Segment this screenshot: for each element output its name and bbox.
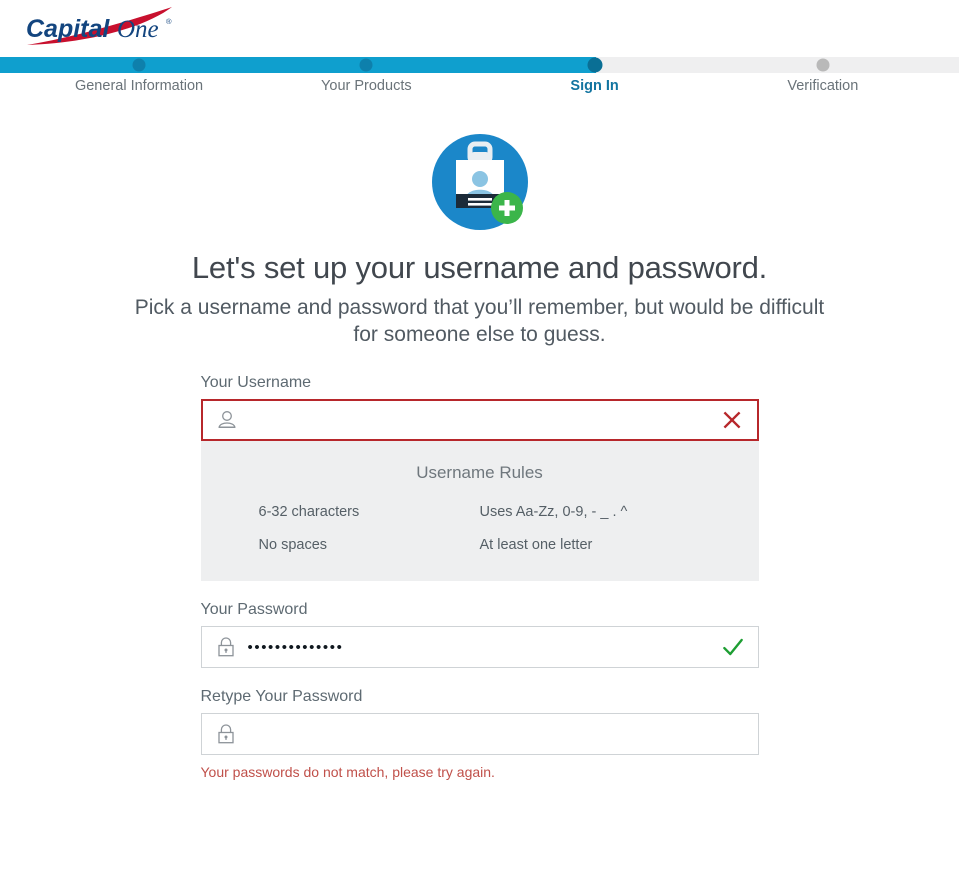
- hero-icon-container: [0, 134, 959, 234]
- progress-bar-fill: [0, 57, 597, 73]
- rule-item: 6-32 characters: [258, 504, 360, 520]
- page-header: Capital One ®: [0, 0, 959, 57]
- rule-item: At least one letter: [479, 537, 593, 553]
- check-icon: [722, 638, 743, 656]
- username-rules-title: Username Rules: [416, 463, 543, 482]
- person-icon: [218, 411, 235, 428]
- signin-setup-form: Your Username Username Rules 6-32 charac…: [200, 374, 759, 780]
- capital-one-logo[interactable]: Capital One ®: [22, 6, 182, 52]
- progress-step-labels: General Information Your Products Sign I…: [0, 73, 959, 103]
- username-rules-grid: 6-32 characters Uses Aa-Zz, 0-9, - _ . ^…: [201, 504, 759, 553]
- progress-bar: [0, 57, 959, 73]
- svg-text:®: ®: [166, 17, 172, 26]
- password-input[interactable]: [237, 627, 720, 667]
- lock-icon: [217, 724, 234, 744]
- page-subtitle: Pick a username and password that you’ll…: [134, 296, 825, 346]
- username-label: Your Username: [200, 374, 312, 391]
- progress-dot-verification[interactable]: [816, 58, 830, 72]
- page-title: Let's set up your username and password.: [191, 250, 768, 285]
- x-icon[interactable]: [719, 407, 745, 433]
- password-mismatch-error: Your passwords do not match, please try …: [200, 764, 495, 780]
- lock-icon: [217, 637, 234, 657]
- username-input[interactable]: [238, 401, 719, 439]
- username-field[interactable]: [200, 399, 759, 441]
- step-label-your-products[interactable]: Your Products: [321, 78, 412, 94]
- progress-dot-general-information[interactable]: [132, 58, 146, 72]
- retype-password-input[interactable]: [237, 714, 758, 754]
- username-rules-panel: Username Rules 6-32 characters Uses Aa-Z…: [200, 441, 759, 581]
- step-label-verification[interactable]: Verification: [787, 78, 858, 94]
- step-label-general-information[interactable]: General Information: [75, 78, 203, 94]
- retype-password-label: Retype Your Password: [200, 688, 363, 705]
- step-label-sign-in[interactable]: Sign In: [570, 78, 618, 94]
- retype-password-field[interactable]: [200, 713, 759, 755]
- rule-item: Uses Aa-Zz, 0-9, - _ . ^: [479, 504, 628, 520]
- password-label: Your Password: [200, 601, 308, 618]
- rule-item: No spaces: [258, 537, 328, 553]
- id-badge-add-icon: [431, 134, 528, 230]
- progress-dot-your-products[interactable]: [359, 58, 373, 72]
- svg-text:Capital: Capital: [26, 15, 110, 43]
- progress-dot-sign-in[interactable]: [587, 57, 603, 73]
- svg-text:One: One: [117, 16, 159, 43]
- password-field[interactable]: [200, 626, 759, 668]
